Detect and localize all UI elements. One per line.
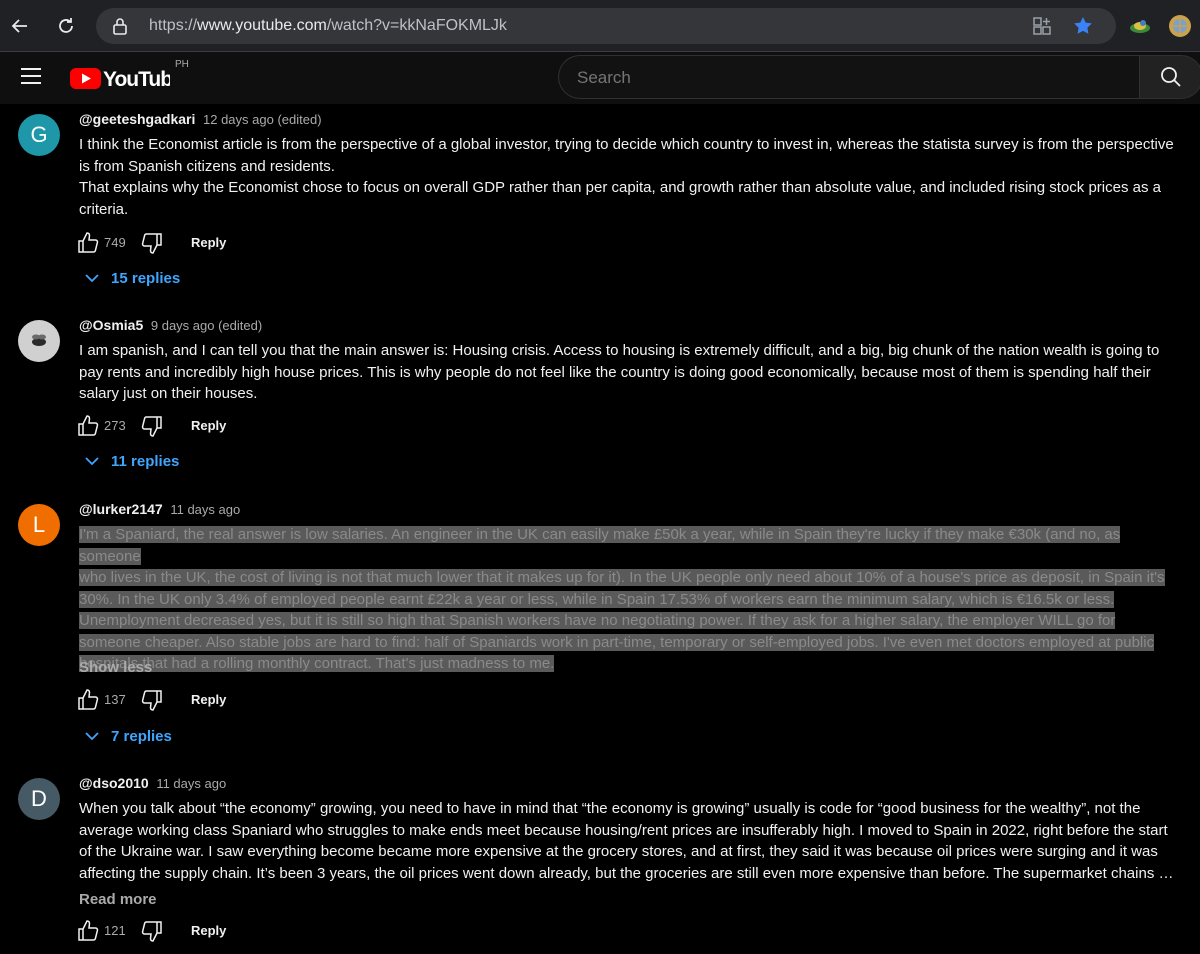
dislike-button[interactable] xyxy=(140,231,164,260)
reload-icon[interactable] xyxy=(50,10,82,42)
avatar[interactable] xyxy=(18,320,60,362)
comment-time[interactable]: 11 days ago xyxy=(170,502,240,517)
comment-text: I am spanish, and I can tell you that th… xyxy=(79,340,1184,405)
chevron-down-icon xyxy=(85,274,99,283)
split-screen-icon[interactable] xyxy=(1032,16,1052,41)
reply-button[interactable]: Reply xyxy=(191,692,226,707)
comment-actions: 137 Reply xyxy=(76,688,276,714)
bookmark-star-icon[interactable] xyxy=(1072,15,1094,42)
comment-time[interactable]: 9 days ago (edited) xyxy=(151,318,262,333)
comment-actions: 749 Reply xyxy=(76,231,276,257)
reply-button[interactable]: Reply xyxy=(191,923,226,938)
reply-button[interactable]: Reply xyxy=(191,235,226,250)
like-button[interactable] xyxy=(76,688,100,717)
selected-text-line: Unemployment decreased yes, but it is st… xyxy=(79,612,1116,629)
comment-author[interactable]: @Osmia5 xyxy=(79,317,143,333)
comment-actions: 121 Reply xyxy=(76,919,276,945)
profile-avatar-icon[interactable] xyxy=(1168,14,1192,38)
replies-count-label: 15 replies xyxy=(111,270,181,287)
browser-toolbar: https://www.youtube.com/watch?v=kkNaFOKM… xyxy=(0,0,1200,52)
replies-count-label: 11 replies xyxy=(111,453,180,470)
like-count: 137 xyxy=(104,692,126,707)
selected-text-line: someone cheaper. Also stable jobs are ha… xyxy=(79,633,1155,651)
extension-icon[interactable] xyxy=(1128,14,1152,38)
search-box[interactable] xyxy=(558,55,1139,99)
back-icon[interactable] xyxy=(4,10,36,42)
bee-icon xyxy=(32,334,46,346)
youtube-logo[interactable]: YouTube xyxy=(70,63,184,98)
comment-time[interactable]: 11 days ago xyxy=(156,776,226,791)
region-code: PH xyxy=(175,59,189,70)
replies-count-label: 7 replies xyxy=(111,728,172,745)
view-replies-button[interactable]: 15 replies xyxy=(84,269,224,289)
search-input[interactable] xyxy=(577,68,1097,88)
read-more-button[interactable]: Read more xyxy=(79,891,157,908)
comment-header: @lurker2147 11 days ago xyxy=(79,501,240,517)
comment-text: When you talk about “the economy” growin… xyxy=(79,798,1184,884)
comment-header: @dso2010 11 days ago xyxy=(79,775,226,791)
thumbs-down-icon xyxy=(141,690,162,711)
comment-author[interactable]: @lurker2147 xyxy=(79,501,163,517)
comment-paragraph: I think the Economist article is from th… xyxy=(79,136,1174,175)
selected-text-line: I'm a Spaniard, the real answer is low s… xyxy=(79,526,1121,565)
comment-time[interactable]: 12 days ago (edited) xyxy=(203,112,322,127)
comment-paragraph: I am spanish, and I can tell you that th… xyxy=(79,342,1160,402)
avatar[interactable]: G xyxy=(18,114,60,156)
search-button[interactable] xyxy=(1139,55,1200,99)
like-count: 273 xyxy=(104,418,126,433)
lock-icon[interactable] xyxy=(112,17,128,40)
comment-actions: 273 Reply xyxy=(76,414,276,440)
thumbs-up-icon xyxy=(78,920,99,941)
thumbs-up-icon xyxy=(78,415,99,436)
selected-text-line: 30%. In the UK only 3.4% of employed peo… xyxy=(79,590,1115,608)
comment-text: I think the Economist article is from th… xyxy=(79,134,1184,220)
like-button[interactable] xyxy=(76,919,100,948)
comment-author[interactable]: @dso2010 xyxy=(79,775,149,791)
address-bar[interactable]: https://www.youtube.com/watch?v=kkNaFOKM… xyxy=(96,8,1116,44)
comment-author[interactable]: @geeteshgadkari xyxy=(79,111,195,127)
like-button[interactable] xyxy=(76,414,100,443)
view-replies-button[interactable]: 11 replies xyxy=(84,452,224,472)
comment-header: @geeteshgadkari 12 days ago (edited) xyxy=(79,111,322,127)
avatar[interactable]: D xyxy=(18,778,60,820)
thumbs-down-icon xyxy=(141,233,162,254)
show-less-button[interactable]: Show less xyxy=(79,659,152,676)
hamburger-menu-icon[interactable] xyxy=(20,67,42,90)
avatar[interactable]: L xyxy=(18,504,60,546)
thumbs-up-icon xyxy=(78,689,99,710)
thumbs-up-icon xyxy=(78,232,99,253)
url-prefix: https:// xyxy=(149,17,198,34)
comment-paragraph: When you talk about “the economy” growin… xyxy=(79,800,1174,882)
chevron-down-icon xyxy=(85,457,99,466)
view-replies-button[interactable]: 7 replies xyxy=(84,727,224,747)
comment-text: I'm a Spaniard, the real answer is low s… xyxy=(79,524,1184,675)
dislike-button[interactable] xyxy=(140,688,164,717)
url-text: https://www.youtube.com/watch?v=kkNaFOKM… xyxy=(149,17,507,35)
like-count: 749 xyxy=(104,235,126,250)
chevron-down-icon xyxy=(85,732,99,741)
url-path: /watch?v=kkNaFOKMLJk xyxy=(326,17,507,34)
logo-text: YouTube xyxy=(103,68,170,91)
thumbs-down-icon xyxy=(141,416,162,437)
like-button[interactable] xyxy=(76,231,100,260)
thumbs-down-icon xyxy=(141,921,162,942)
search-icon xyxy=(1161,67,1181,87)
dislike-button[interactable] xyxy=(140,919,164,948)
comment-header: @Osmia5 9 days ago (edited) xyxy=(79,317,262,333)
dislike-button[interactable] xyxy=(140,414,164,443)
youtube-masthead: YouTube PH xyxy=(0,52,1200,104)
selected-text-line: who lives in the UK, the cost of living … xyxy=(79,569,1165,586)
url-host: www.youtube.com xyxy=(197,17,327,34)
comment-paragraph: That explains why the Economist chose to… xyxy=(79,179,1161,218)
like-count: 121 xyxy=(104,923,126,938)
reply-button[interactable]: Reply xyxy=(191,418,226,433)
